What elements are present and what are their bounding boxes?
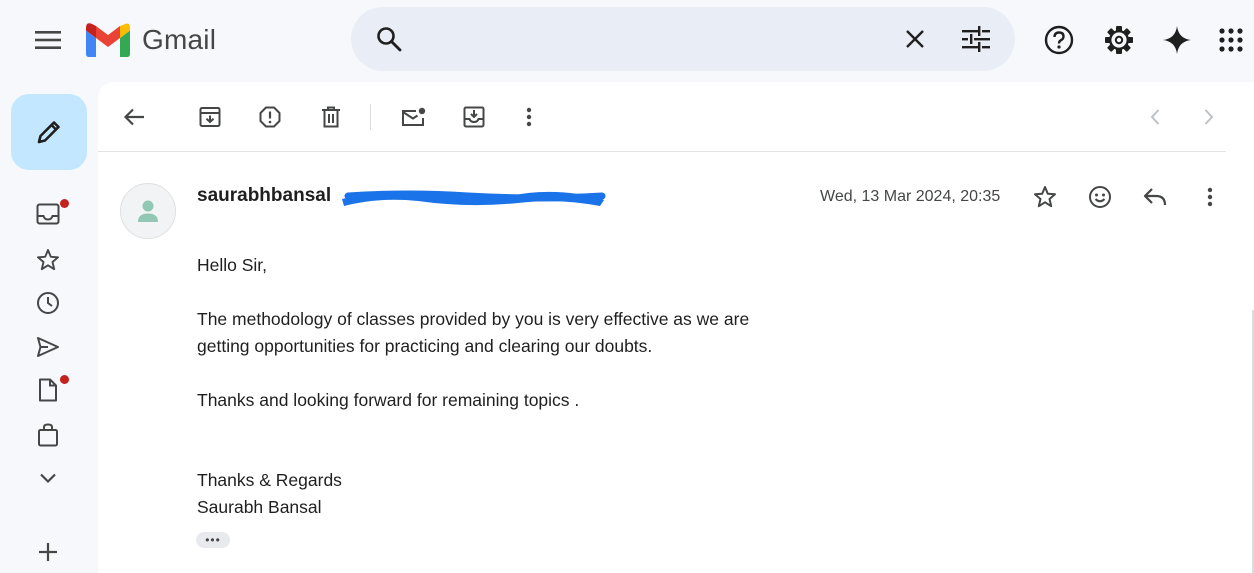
search-icon [377, 27, 402, 52]
more-actions-button[interactable] [509, 97, 549, 137]
rail-more[interactable] [28, 460, 68, 496]
apps-grid-icon [1219, 28, 1243, 52]
settings-button[interactable] [1097, 18, 1141, 62]
clear-search-button[interactable] [897, 21, 933, 57]
avatar[interactable] [120, 183, 176, 239]
star-outline-icon [1034, 186, 1056, 208]
email-body: Hello Sir, The methodology of classes pr… [197, 252, 897, 521]
rail-snoozed[interactable] [28, 285, 68, 321]
clear-icon [906, 30, 924, 48]
chevron-left-icon [1150, 109, 1160, 125]
main-menu-button[interactable] [28, 20, 68, 60]
settings-icon [1105, 26, 1133, 54]
reply-button[interactable] [1135, 177, 1175, 217]
inbox-icon [36, 203, 60, 225]
move-to-button[interactable] [454, 97, 494, 137]
report-spam-button[interactable] [250, 97, 290, 137]
compose-button[interactable] [11, 94, 87, 170]
older-button[interactable] [1189, 97, 1229, 137]
archive-button[interactable] [190, 97, 230, 137]
back-button[interactable] [114, 97, 154, 137]
redaction-scribble [342, 190, 606, 206]
rail-drafts[interactable] [28, 372, 69, 408]
message-view: saurabhbansal Wed, 13 Mar 2024, 20:35 He… [98, 82, 1254, 573]
search-input[interactable] [423, 23, 883, 55]
delete-button[interactable] [311, 97, 351, 137]
gmail-m-icon [86, 23, 130, 57]
paragraph-1-line-2: getting opportunities for practicing and… [197, 336, 653, 356]
mark-unread-icon [402, 107, 426, 126]
search-bar [351, 7, 1015, 71]
email-date: Wed, 13 Mar 2024, 20:35 [820, 188, 1001, 205]
help-button[interactable] [1037, 18, 1081, 62]
drafts-notification-dot [60, 375, 69, 384]
rail-new-label[interactable] [28, 534, 68, 570]
chevron-right-icon [1204, 109, 1214, 125]
star-icon [37, 249, 59, 271]
trash-icon [322, 106, 340, 128]
search-options-button[interactable] [958, 21, 994, 57]
message-more-button[interactable] [1190, 177, 1230, 217]
gmail-logo[interactable]: Gmail [86, 20, 216, 60]
top-header: Gmail [0, 0, 1254, 80]
chevron-down-icon [40, 473, 56, 484]
add-reaction-button[interactable] [1080, 177, 1120, 217]
toolbar-divider [370, 104, 371, 130]
paragraph-2: Thanks and looking forward for remaining… [197, 390, 580, 410]
gemini-sparkle-icon [1163, 26, 1191, 54]
back-arrow-icon [123, 108, 144, 126]
menu-icon [35, 31, 61, 49]
gemini-button[interactable] [1155, 18, 1199, 62]
help-icon [1044, 25, 1074, 55]
mark-unread-button[interactable] [394, 97, 434, 137]
signoff: Thanks & Regards [197, 470, 342, 490]
apps-button[interactable] [1209, 18, 1253, 62]
rail-purchases[interactable] [28, 417, 68, 453]
reply-icon [1143, 188, 1167, 206]
signature: Saurabh Bansal [197, 497, 322, 517]
rail-sent[interactable] [28, 329, 68, 365]
plus-icon [39, 543, 57, 561]
pencil-icon [37, 121, 60, 144]
person-icon [138, 200, 158, 222]
rail-inbox[interactable] [28, 196, 69, 232]
report-spam-icon [259, 106, 281, 128]
draft-icon [39, 378, 57, 402]
search-button[interactable] [371, 21, 407, 57]
move-to-icon [463, 106, 485, 128]
clock-icon [37, 292, 59, 314]
message-toolbar [98, 82, 1226, 152]
tune-icon [962, 26, 990, 52]
show-trimmed-content-button[interactable]: ••• [196, 532, 230, 548]
greeting: Hello Sir, [197, 255, 268, 275]
emoji-icon [1089, 186, 1111, 208]
star-message-button[interactable] [1025, 177, 1065, 217]
rail-starred[interactable] [28, 242, 68, 278]
paragraph-1-line-1: The methodology of classes provided by y… [197, 309, 750, 329]
send-icon [37, 337, 59, 357]
newer-button[interactable] [1135, 97, 1175, 137]
more-vert-icon [1207, 187, 1213, 207]
app-name: Gmail [142, 24, 217, 55]
more-vert-icon [526, 107, 532, 127]
sender-name[interactable]: saurabhbansal [197, 185, 331, 207]
archive-icon [199, 107, 221, 127]
bag-icon [38, 423, 58, 447]
inbox-notification-dot [60, 199, 69, 208]
